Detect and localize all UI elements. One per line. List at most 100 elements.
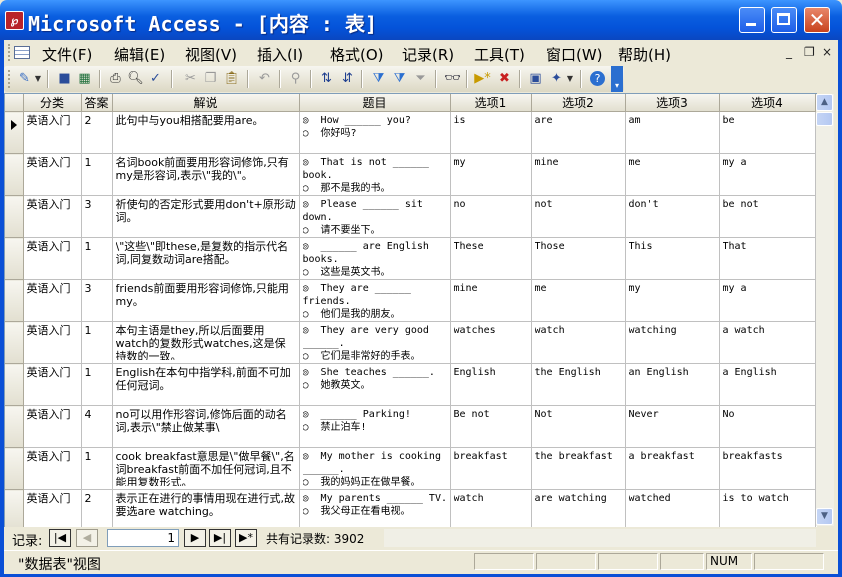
record-selector[interactable] (5, 111, 24, 154)
cell-option2[interactable]: watch (531, 321, 626, 364)
cell-option4[interactable]: is to watch (719, 489, 816, 527)
cell-category[interactable]: 英语入门 (23, 153, 82, 196)
cell-option3[interactable]: watched (625, 489, 720, 527)
cell-answer[interactable]: 1 (81, 447, 113, 490)
cell-answer[interactable]: 3 (81, 195, 113, 238)
record-selector[interactable] (5, 195, 24, 238)
record-selector[interactable] (5, 447, 24, 490)
cell-option4[interactable]: No (719, 405, 816, 448)
find-icon[interactable]: 👓︎ (444, 70, 461, 87)
cell-answer[interactable]: 1 (81, 363, 113, 406)
menu-tools[interactable]: 工具(T) (474, 44, 525, 65)
cell-category[interactable]: 英语入门 (23, 195, 82, 238)
cell-explanation[interactable]: 名词book前面要用形容词修饰,只有my是形容词,表示\"我的\"。 (112, 153, 300, 196)
cell-explanation[interactable]: cook breakfast意思是\"做早餐\",名词breakfast前面不加… (112, 447, 300, 490)
cell-option4[interactable]: That (719, 237, 816, 280)
cell-answer[interactable]: 3 (81, 279, 113, 322)
cell-option2[interactable]: me (531, 279, 626, 322)
sort-ascending-icon[interactable]: ⇅ (318, 70, 335, 87)
column-header-option2[interactable]: 选项2 (531, 94, 626, 112)
design-view-icon[interactable]: ✎ (16, 70, 33, 87)
column-header-option4[interactable]: 选项4 (719, 94, 816, 112)
next-record-button[interactable]: ▶ (184, 529, 206, 547)
record-selector[interactable] (5, 363, 24, 406)
cell-answer[interactable]: 1 (81, 237, 113, 280)
cell-option1[interactable]: English (450, 363, 532, 406)
select-all-corner[interactable] (5, 94, 24, 112)
database-icon[interactable]: ▦ (76, 70, 93, 87)
cell-question[interactable]: ◎ My mother is cooking ______. ○ 我的妈妈正在做… (299, 447, 451, 490)
menu-window[interactable]: 窗口(W) (546, 44, 603, 65)
cell-option3[interactable]: a breakfast (625, 447, 720, 490)
menu-grip[interactable] (8, 44, 13, 61)
cell-category[interactable]: 英语入门 (23, 363, 82, 406)
close-button[interactable]: ✕ (804, 7, 830, 33)
sort-descending-icon[interactable]: ⇵ (339, 70, 356, 87)
cell-explanation[interactable]: \"这些\"即these,是复数的指示代名词,同复数动词are搭配。 (112, 237, 300, 280)
column-header-answer[interactable]: 答案 (81, 94, 113, 112)
cell-option3[interactable]: don't (625, 195, 720, 238)
cell-option2[interactable]: Not (531, 405, 626, 448)
cell-option3[interactable]: me (625, 153, 720, 196)
datasheet-grid[interactable]: 分类 答案 解说 题目 选项1 选项2 选项3 选项4 英语入门 2 此句中与you… (4, 93, 817, 527)
cell-question[interactable]: ◎ They are ______ friends. ○ 他们是我的朋友。 (299, 279, 451, 322)
mdi-minimize-button[interactable]: _ (786, 45, 792, 59)
menu-file[interactable]: 文件(F) (42, 44, 92, 65)
menu-edit[interactable]: 编辑(E) (114, 44, 165, 65)
toolbar-grip[interactable] (8, 70, 13, 88)
spelling-icon[interactable]: ✓ (147, 70, 164, 87)
column-header-category[interactable]: 分类 (23, 94, 82, 112)
database-window-icon[interactable]: ▣ (527, 70, 544, 87)
record-selector[interactable] (5, 237, 24, 280)
menu-view[interactable]: 视图(V) (185, 44, 237, 65)
cell-question[interactable]: ◎ My parents ______ TV. ○ 我父母正在看电视。 (299, 489, 451, 527)
cell-explanation[interactable]: no可以用作形容词,修饰后面的动名词,表示\"禁止做某事\ (112, 405, 300, 448)
print-icon[interactable]: ⎙ (107, 70, 124, 87)
cell-category[interactable]: 英语入门 (23, 111, 82, 154)
column-header-explanation[interactable]: 解说 (112, 94, 300, 112)
cell-category[interactable]: 英语入门 (23, 405, 82, 448)
new-object-icon[interactable]: ✦ (548, 70, 565, 87)
cell-explanation[interactable]: English在本句中指学科,前面不可加任何冠词。 (112, 363, 300, 406)
cell-option4[interactable]: breakfasts (719, 447, 816, 490)
delete-record-icon[interactable]: ✖ (496, 70, 513, 87)
cell-option2[interactable]: the breakfast (531, 447, 626, 490)
cell-option4[interactable]: a watch (719, 321, 816, 364)
menu-format[interactable]: 格式(O) (330, 44, 384, 65)
save-icon[interactable]: ■ (56, 70, 73, 87)
cell-option2[interactable]: mine (531, 153, 626, 196)
record-selector[interactable] (5, 321, 24, 364)
previous-record-button[interactable]: ◀ (76, 529, 98, 547)
scroll-up-button[interactable]: ▲ (816, 94, 833, 111)
first-record-button[interactable]: |◀ (49, 529, 71, 547)
cell-category[interactable]: 英语入门 (23, 321, 82, 364)
record-selector[interactable] (5, 405, 24, 448)
last-record-button[interactable]: ▶| (209, 529, 231, 547)
cell-option4[interactable]: a English (719, 363, 816, 406)
cell-option3[interactable]: watching (625, 321, 720, 364)
cell-option1[interactable]: watches (450, 321, 532, 364)
filter-by-selection-icon[interactable]: ⧩ (370, 70, 387, 87)
cell-option4[interactable]: be not (719, 195, 816, 238)
cell-option3[interactable]: This (625, 237, 720, 280)
undo-icon[interactable]: ↶ (256, 70, 273, 87)
print-preview-icon[interactable]: 🔍︎ (127, 70, 144, 87)
cell-option2[interactable]: Those (531, 237, 626, 280)
cell-question[interactable]: ◎ She teaches ______. ○ 她教英文。 (299, 363, 451, 406)
cell-explanation[interactable]: 祈使句的否定形式要用don't+原形动词。 (112, 195, 300, 238)
paste-icon[interactable]: 📋︎ (223, 70, 240, 87)
apply-filter-icon[interactable]: ⏷ (412, 70, 429, 87)
cell-option1[interactable]: my (450, 153, 532, 196)
new-record-button[interactable]: ▶* (235, 529, 257, 547)
scroll-down-button[interactable]: ▼ (816, 508, 833, 525)
new-record-icon[interactable]: ▶* (474, 70, 491, 87)
cell-answer[interactable]: 2 (81, 111, 113, 154)
toolbar-options-icon[interactable]: ▾ (611, 66, 623, 92)
cell-option4[interactable]: my a (719, 153, 816, 196)
cell-category[interactable]: 英语入门 (23, 279, 82, 322)
table-document-icon[interactable] (14, 46, 30, 59)
column-header-question[interactable]: 题目 (299, 94, 451, 112)
hyperlink-icon[interactable]: ⚲ (287, 70, 304, 87)
cell-option1[interactable]: breakfast (450, 447, 532, 490)
record-selector[interactable] (5, 489, 24, 527)
